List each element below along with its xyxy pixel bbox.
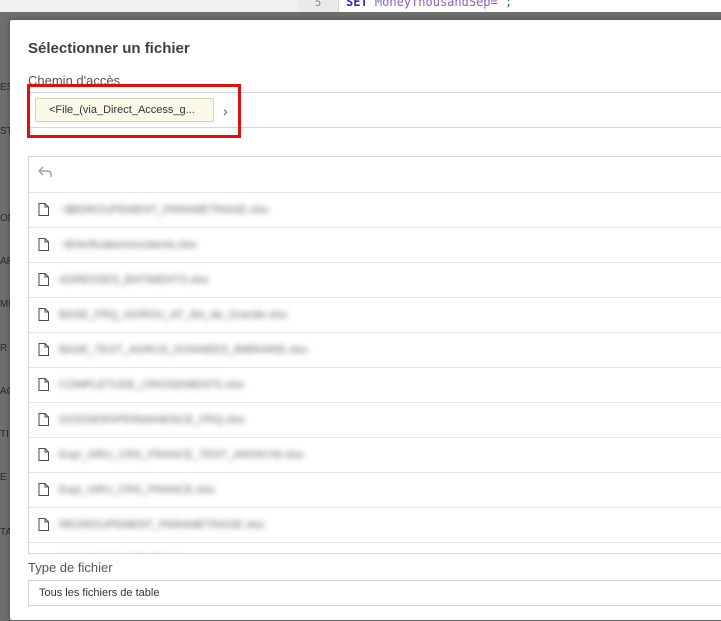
file-row[interactable]: BASE_FRQ_AGROU_AT_Ilot_de_Grande.xlsx <box>29 298 721 333</box>
script-editor-strip: 5 SET MoneyThousandSep= ; <box>298 0 721 12</box>
file-name: BASE_TEST_AGRUS_DONNEES_BIBRARIE.xlsx <box>59 344 308 356</box>
file-row[interactable]: Expr_GRU_CRS_FRANCE.xlsx <box>29 473 721 508</box>
file-name: ~$BDROUPEMENT_PARAMETRAGE.xlsx <box>59 204 269 216</box>
file-row[interactable]: BASE_TEST_AGRUS_DONNEES_BIBRARIE.xlsx <box>29 333 721 368</box>
background-side-labels: ES ST ON AP MI R AC TI E TA <box>0 0 15 621</box>
back-row[interactable] <box>29 157 721 193</box>
select-file-dialog: Sélectionner un fichier Chemin d'accès <… <box>10 20 721 620</box>
file-row[interactable]: ~$VerificationsIncidents.xlsx <box>29 228 721 263</box>
file-rows: ~$BDROUPEMENT_PARAMETRAGE.xlsx ~$Verifica… <box>29 193 721 554</box>
file-row[interactable]: REGROUPEMENT_PARAMETRAGE.xlsx <box>29 508 721 543</box>
file-name: BASE_FRQ_AGROU_AT_Ilot_de_Grande.xlsx <box>59 309 288 321</box>
file-name: ADRESSES_BATIMENTS.xlsx <box>59 274 210 286</box>
file-row[interactable]: ~$BDROUPEMENT_PARAMETRAGE.xlsx <box>29 193 721 228</box>
file-icon <box>38 238 49 251</box>
undo-arrow-icon[interactable] <box>38 165 52 181</box>
side-label: R <box>0 343 8 354</box>
path-breadcrumb: <File_(via_Direct_Access_g... › <box>28 92 721 128</box>
path-chip-connection[interactable]: <File_(via_Direct_Access_g... <box>35 98 214 122</box>
dialog-title: Sélectionner un fichier <box>28 40 190 57</box>
file-icon <box>38 483 49 496</box>
line-number: 5 <box>298 0 339 12</box>
code-identifier: MoneyThousandSep= <box>374 0 498 9</box>
file-row[interactable]: SUIVI_INDICATEURS.xlsx <box>29 543 721 554</box>
file-name: ~$VerificationsIncidents.xlsx <box>59 239 197 251</box>
file-icon <box>38 273 49 286</box>
file-icon <box>38 413 49 426</box>
file-row[interactable]: DOSSIERSPERMANENCE_FRQ.xlsx <box>29 403 721 438</box>
code-keyword: SET <box>346 0 368 9</box>
file-name: COMPLETUDE_CROISEMENTS.xlsx <box>59 379 245 391</box>
file-name: DOSSIERSPERMANENCE_FRQ.xlsx <box>59 414 245 426</box>
file-type-select[interactable]: Tous les fichiers de table <box>28 580 721 606</box>
side-label: E <box>0 472 7 483</box>
file-name: Expr_GRU_CRS_FRANCE.xlsx <box>59 484 215 496</box>
file-row[interactable]: ADRESSES_BATIMENTS.xlsx <box>29 263 721 298</box>
file-icon <box>38 518 49 531</box>
file-icon <box>38 203 49 216</box>
file-name: Expr_GRU_CRS_FRANCE_TEST_ANONYM.xlsx <box>59 449 304 461</box>
side-label: TI <box>0 429 9 440</box>
file-icon <box>38 448 49 461</box>
file-icon <box>38 553 49 554</box>
file-icon <box>38 343 49 356</box>
chevron-right-icon: › <box>223 103 228 119</box>
file-row[interactable]: COMPLETUDE_CROISEMENTS.xlsx <box>29 368 721 403</box>
code-rest: ; <box>497 0 513 9</box>
file-icon <box>38 378 49 391</box>
file-list[interactable]: ~$BDROUPEMENT_PARAMETRAGE.xlsx ~$Verifica… <box>28 156 721 554</box>
file-type-label: Type de fichier <box>28 560 113 575</box>
file-icon <box>38 308 49 321</box>
code-line: SET MoneyThousandSep= ; <box>346 0 512 9</box>
file-name: REGROUPEMENT_PARAMETRAGE.xlsx <box>59 519 265 531</box>
file-row[interactable]: Expr_GRU_CRS_FRANCE_TEST_ANONYM.xlsx <box>29 438 721 473</box>
path-label: Chemin d'accès <box>28 73 121 88</box>
